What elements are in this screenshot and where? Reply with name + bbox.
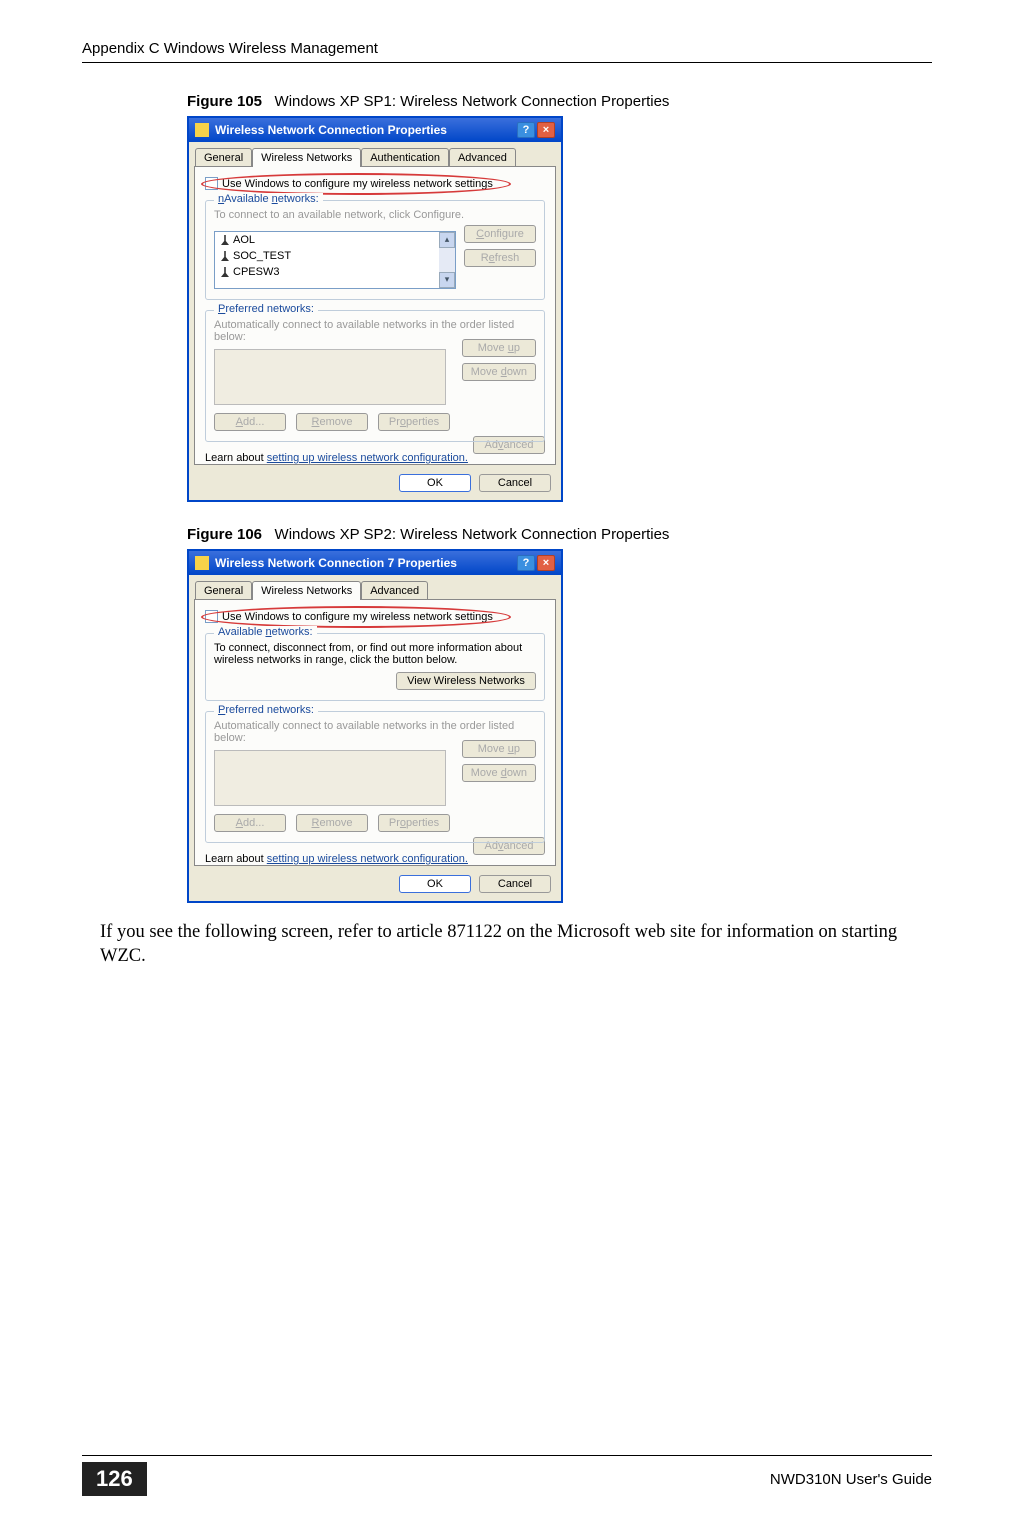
close-icon[interactable]: × [537,122,555,138]
scrollbar[interactable]: ▴▾ [439,232,455,288]
move-down-button[interactable]: Move downMove down [462,764,536,782]
remove-button[interactable]: RemoveRemove [296,814,368,832]
tab-authentication[interactable]: Authentication [361,148,449,167]
help-icon[interactable]: ? [517,555,535,571]
tab-panel: Use Windows to configure my wireless net… [194,599,556,866]
guide-title: NWD310N User's Guide [770,1471,932,1488]
tab-general[interactable]: General [195,148,252,167]
available-label: Available networks:Available networks: [214,626,317,638]
scroll-down-icon[interactable]: ▾ [439,272,455,288]
cancel-button[interactable]: Cancel [479,875,551,893]
titlebar: Wireless Network Connection 7 Properties… [189,551,561,575]
properties-button[interactable]: PropertiesProperties [378,814,450,832]
add-button[interactable]: Add...Add... [214,814,286,832]
preferred-label: Preferred networks:Preferred networks: [214,704,318,716]
titlebar: Wireless Network Connection Properties ?… [189,118,561,142]
ok-button[interactable]: OK [399,474,471,492]
window-title: Wireless Network Connection Properties [215,123,447,137]
tab-general[interactable]: General [195,581,252,600]
running-header: Appendix C Windows Wireless Management [82,40,378,57]
preferred-list[interactable] [214,349,446,405]
move-down-button[interactable]: Move downMove down [462,363,536,381]
properties-button[interactable]: PropertiesProperties [378,413,450,431]
ok-button[interactable]: OK [399,875,471,893]
figure-105-caption: Figure 105 Windows XP SP1: Wireless Netw… [187,93,932,110]
move-up-button[interactable]: Move upMove up [462,740,536,758]
fig-num: Figure 105 [187,93,262,110]
available-networks-group: Available networks:Available networks: T… [205,633,545,701]
cancel-button[interactable]: Cancel [479,474,551,492]
dialog-sp2: Wireless Network Connection 7 Properties… [187,549,563,903]
available-hint: To connect, disconnect from, or find out… [214,642,536,666]
add-button[interactable]: Add...Add... [214,413,286,431]
antenna-icon [221,251,229,261]
tab-wireless-networks[interactable]: Wireless Networks [252,148,361,167]
tab-advanced[interactable]: Advanced [361,581,428,600]
window-title: Wireless Network Connection 7 Properties [215,556,457,570]
remove-button[interactable]: RemoveRemove [296,413,368,431]
page-number: 126 [82,1462,147,1496]
preferred-list[interactable] [214,750,446,806]
dialog-sp1: Wireless Network Connection Properties ?… [187,116,563,502]
figure-106-caption: Figure 106 Windows XP SP2: Wireless Netw… [187,526,932,543]
refresh-button[interactable]: RefreshRefresh [464,249,536,267]
fig-txt: Windows XP SP2: Wireless Network Connect… [275,526,670,543]
configure-button[interactable]: ConfigureConfigure [464,225,536,243]
learn-link[interactable]: setting up wireless network configuratio… [267,853,468,865]
list-item: SOC_TEST [215,248,455,264]
app-icon [195,556,209,570]
antenna-icon [221,235,229,245]
tab-advanced[interactable]: Advanced [449,148,516,167]
available-label: nAvailable networks:Available networks: [214,193,323,205]
app-icon [195,123,209,137]
fig-num: Figure 106 [187,526,262,543]
preferred-networks-group: Preferred networks:Preferred networks: A… [205,310,545,442]
preferred-networks-group: Preferred networks:Preferred networks: A… [205,711,545,843]
antenna-icon [221,267,229,277]
tab-row: General Wireless Networks Advanced [189,575,561,600]
list-item: AOL [215,232,455,248]
fig-txt: Windows XP SP1: Wireless Network Connect… [275,93,670,110]
tab-wireless-networks[interactable]: Wireless Networks [252,581,361,600]
learn-link[interactable]: setting up wireless network configuratio… [267,452,468,464]
available-hint: To connect to an available network, clic… [214,209,536,221]
move-up-button[interactable]: Move upMove up [462,339,536,357]
use-windows-label: Use Windows to configure my wireless net… [222,611,493,623]
close-icon[interactable]: × [537,555,555,571]
list-item: CPESW3 [215,264,455,280]
use-windows-checkbox[interactable] [205,610,218,623]
view-networks-button[interactable]: View Wireless Networks [396,672,536,690]
tab-panel: Use Windows to configure my wireless net… [194,166,556,465]
page-footer: 126 NWD310N User's Guide [82,1455,932,1496]
use-windows-checkbox[interactable] [205,177,218,190]
use-windows-label: Use Windows to configure my wireless net… [222,178,493,190]
scroll-up-icon[interactable]: ▴ [439,232,455,248]
body-paragraph: If you see the following screen, refer t… [100,921,932,968]
help-icon[interactable]: ? [517,122,535,138]
network-list[interactable]: AOL SOC_TEST CPESW3 ▴▾ [214,231,456,289]
available-networks-group: nAvailable networks:Available networks: … [205,200,545,300]
tab-row: General Wireless Networks Authentication… [189,142,561,167]
preferred-label: Preferred networks:Preferred networks: [214,303,318,315]
